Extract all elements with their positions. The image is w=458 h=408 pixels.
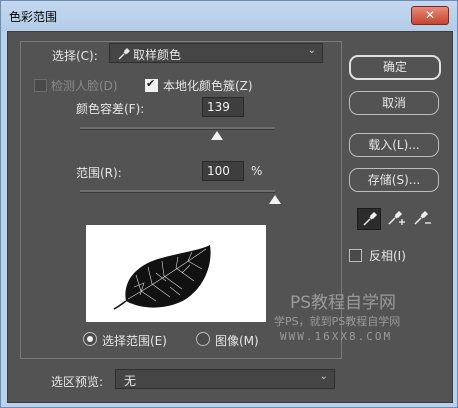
image-radio[interactable]	[196, 332, 210, 346]
range-input[interactable]: 100	[202, 161, 244, 181]
save-button[interactable]: 存储(S)...	[349, 168, 439, 192]
watermark-subtitle: 学PS，就到PS教程自学网	[274, 315, 401, 328]
ok-button[interactable]: 确定	[349, 55, 441, 80]
image-radio-label: 图像(M)	[215, 334, 259, 348]
eyedropper-minus-icon	[414, 210, 431, 225]
title-bar: 色彩范围 ✕	[1, 1, 457, 31]
cancel-button[interactable]: 取消	[349, 91, 439, 115]
eyedropper-icon	[118, 48, 130, 60]
watermark-title: PS教程自学网	[290, 293, 397, 313]
range-label: 范围(R):	[76, 166, 122, 180]
preview-dropdown[interactable]: 无 ⌄	[115, 369, 335, 389]
preview-label: 选区预览:	[51, 375, 104, 389]
selection-radio[interactable]	[83, 332, 97, 346]
fuzziness-input[interactable]: 139	[202, 97, 244, 117]
preview-value: 无	[124, 374, 137, 388]
localized-clusters-label: 本地化颜色簇(Z)	[163, 79, 253, 93]
eyedropper-plus-icon	[388, 210, 405, 225]
detect-faces-checkbox[interactable]	[34, 79, 47, 92]
select-label: 选择(C):	[52, 49, 98, 63]
chevron-down-icon: ⌄	[319, 371, 328, 382]
close-icon: ✕	[424, 8, 436, 22]
fuzziness-slider-track[interactable]	[80, 127, 275, 130]
selection-radio-label: 选择范围(E)	[102, 334, 167, 348]
fuzziness-slider-thumb[interactable]	[210, 131, 223, 140]
selection-preview	[86, 225, 266, 322]
detect-faces-label: 检测人脸(D)	[51, 79, 118, 93]
dialog-title: 色彩范围	[9, 10, 58, 24]
leaf-mask-image	[113, 245, 211, 310]
select-dropdown[interactable]: 取样颜色 ⌄	[109, 43, 323, 63]
localized-clusters-checkbox[interactable]	[145, 77, 158, 92]
eyedropper-tool[interactable]	[357, 208, 381, 230]
color-range-dialog: 色彩范围 ✕ 选择(C): 取样颜色 ⌄ 检测人脸(D) 本地化颜色簇(Z) 颜…	[0, 0, 458, 408]
eyedropper-icon	[363, 211, 378, 226]
range-unit: %	[251, 164, 263, 178]
watermark-url: WWW.16XX8.COM	[280, 330, 393, 343]
fuzziness-label: 颜色容差(F):	[76, 102, 145, 116]
dialog-body: 选择(C): 取样颜色 ⌄ 检测人脸(D) 本地化颜色簇(Z) 颜色容差(F):…	[7, 31, 453, 403]
range-slider-track[interactable]	[80, 190, 275, 193]
invert-checkbox[interactable]	[349, 249, 362, 262]
invert-label: 反相(I)	[369, 249, 406, 263]
range-slider-thumb[interactable]	[269, 195, 281, 204]
close-button[interactable]: ✕	[411, 6, 449, 25]
load-button[interactable]: 载入(L)...	[349, 133, 439, 157]
eyedropper-plus-tool[interactable]	[383, 208, 407, 230]
chevron-down-icon: ⌄	[307, 45, 316, 56]
eyedropper-minus-tool[interactable]	[409, 208, 433, 230]
select-value: 取样颜色	[133, 48, 182, 62]
